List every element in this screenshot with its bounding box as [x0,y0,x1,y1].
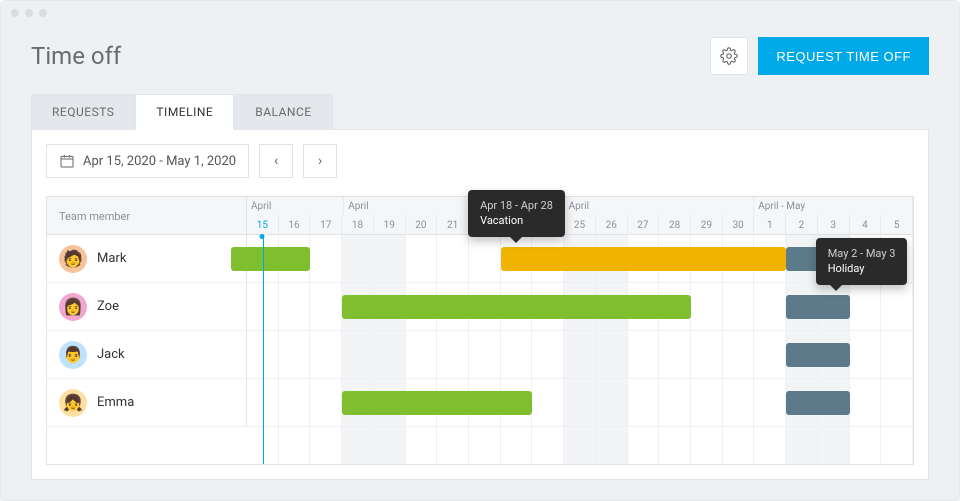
calendar-icon [59,153,75,169]
day-cell: 1 [754,215,786,235]
window-dot [25,9,33,17]
timeline-row: 👩 Zoe [47,283,913,331]
day-cell: 15 [247,215,279,235]
timeline-row: 🧑 Mark [47,235,913,283]
timeline-rows: 🧑 Mark 👩 Zoe 👨 Jack 👧 Emma [47,235,913,464]
member-name: Emma [97,395,134,410]
day-cell: 28 [659,215,691,235]
day-cell: 17 [310,215,342,235]
date-range-picker[interactable]: Apr 15, 2020 - May 1, 2020 [46,144,249,178]
day-cell: 20 [406,215,438,235]
day-cell: 26 [596,215,628,235]
timeline-bar[interactable] [231,247,310,271]
avatar: 👨 [59,341,87,369]
day-cell: 3 [818,215,850,235]
timeline-bar[interactable] [342,295,691,319]
member-cell[interactable]: 👧 Emma [47,379,247,426]
gear-icon [720,47,738,65]
tooltip-title: May 2 - May 3 [828,246,896,261]
chevron-left-icon: ‹ [274,153,278,169]
months-row: AprilAprilAprilApril - May [247,197,913,215]
day-cell: 18 [342,215,374,235]
settings-button[interactable] [710,37,748,75]
month-label: April - May [754,197,913,215]
tab-balance[interactable]: BALANCE [234,94,332,130]
window-dot [11,9,19,17]
date-range-text: Apr 15, 2020 - May 1, 2020 [83,154,236,169]
header-actions: REQUEST TIME OFF [710,37,929,75]
day-cell: 30 [723,215,755,235]
timeline-bar[interactable] [786,343,849,367]
timeline-bar[interactable] [501,247,786,271]
timeline-bar[interactable] [342,391,532,415]
timeline-bar[interactable] [786,391,849,415]
member-cell[interactable]: 👨 Jack [47,331,247,378]
member-name: Zoe [97,299,119,314]
request-time-off-button[interactable]: REQUEST TIME OFF [758,37,929,75]
page-title: Time off [31,42,121,70]
day-cell: 25 [564,215,596,235]
tooltip: May 2 - May 3Holiday [816,238,908,285]
tooltip-body: Holiday [828,261,896,276]
tab-timeline[interactable]: TIMELINE [135,94,234,130]
next-range-button[interactable]: › [303,144,337,178]
prev-range-button[interactable]: ‹ [259,144,293,178]
days-row: 1516171819202122232425262728293012345 [247,215,913,235]
tooltip-body: Vacation [480,213,553,228]
today-indicator [263,235,264,464]
bars-container [247,283,913,330]
avatar: 👩 [59,293,87,321]
timeline-toolbar: Apr 15, 2020 - May 1, 2020 ‹ › [32,130,928,186]
window-dot [39,9,47,17]
timeline-row: 👨 Jack [47,331,913,379]
avatar: 👧 [59,389,87,417]
day-cell: 21 [437,215,469,235]
day-cell: 16 [279,215,311,235]
timeline-row: 👧 Emma [47,379,913,427]
month-label: April [565,197,755,215]
bars-container [247,235,913,282]
avatar: 🧑 [59,245,87,273]
timeline-grid: Team member AprilAprilAprilApril - May 1… [46,196,914,465]
app-window: Time off REQUEST TIME OFF REQUESTS TIMEL… [0,0,960,501]
tabs: REQUESTS TIMELINE BALANCE [1,93,959,129]
bars-container [247,379,913,426]
bars-container [247,331,913,378]
tooltip: Apr 18 - Apr 28Vacation [468,190,565,237]
window-titlebar [1,1,959,25]
day-cell: 4 [850,215,882,235]
page-header: Time off REQUEST TIME OFF [1,25,959,93]
tooltip-title: Apr 18 - Apr 28 [480,198,553,213]
member-column-header: Team member [47,197,247,235]
member-name: Jack [97,347,125,362]
member-cell[interactable]: 👩 Zoe [47,283,247,330]
day-cell: 29 [691,215,723,235]
timeline-bar[interactable] [786,295,849,319]
day-cell: 19 [374,215,406,235]
day-cell: 27 [628,215,660,235]
tab-requests[interactable]: REQUESTS [31,94,135,130]
timeline-panel: Apr 15, 2020 - May 1, 2020 ‹ › Team memb… [31,129,929,480]
timeline-body: 🧑Mark👩Zoe👨Jack👧Emma Apr 18 - Apr 28Vacat… [47,235,913,464]
day-cell: 2 [786,215,818,235]
month-label: April [247,197,344,215]
chevron-right-icon: › [318,153,322,169]
day-cell: 5 [881,215,913,235]
member-name: Mark [97,251,126,266]
member-cell[interactable]: 🧑 Mark [47,235,247,282]
